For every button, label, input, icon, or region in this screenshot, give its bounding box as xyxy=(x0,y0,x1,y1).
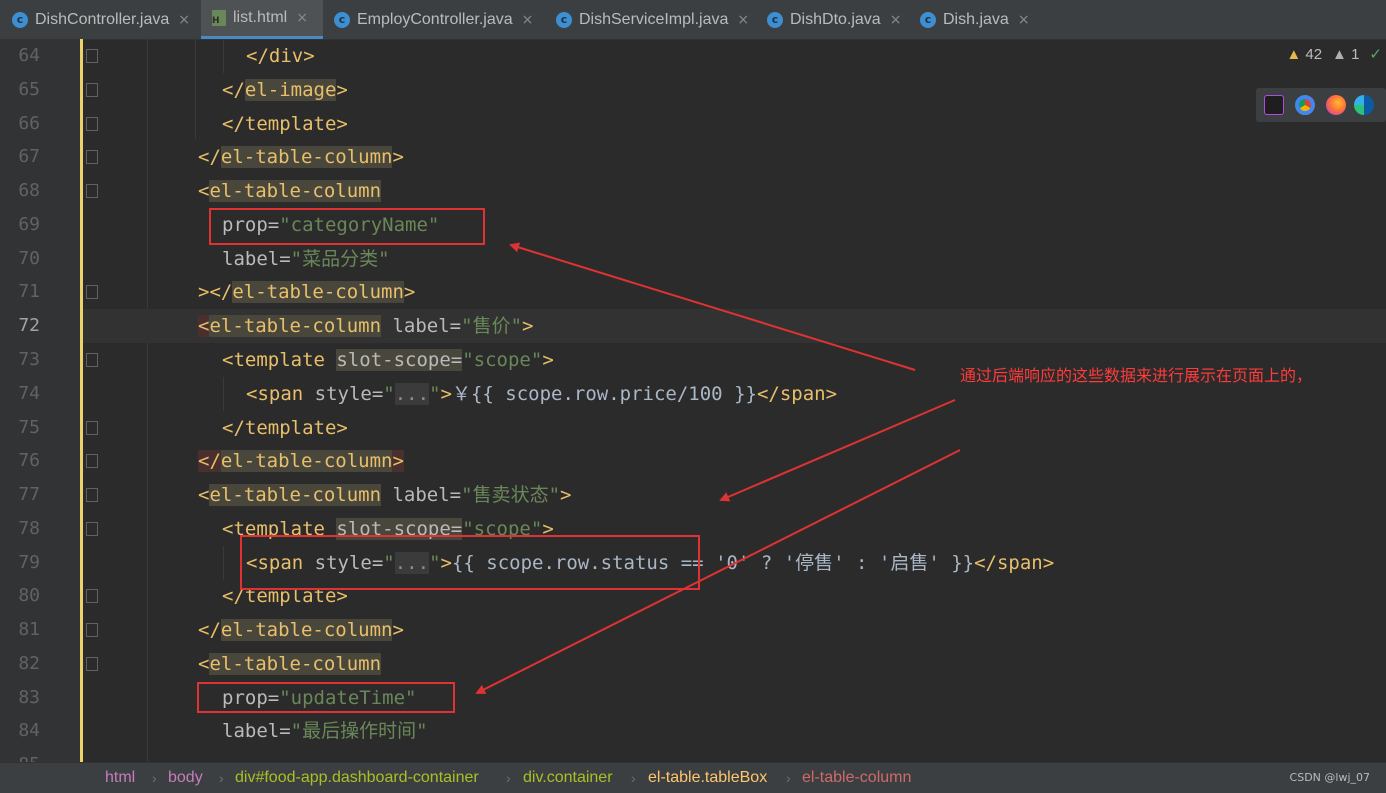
chevron-right-icon: › xyxy=(786,770,791,786)
arrow-to-status xyxy=(719,399,956,502)
annotation-text: 通过后端响应的这些数据来进行展示在页面上的， xyxy=(960,366,1313,385)
breadcrumb: html › body › div#food-app.dashboard-con… xyxy=(0,762,1386,793)
arrow-to-categoryname xyxy=(509,242,916,371)
breadcrumb-item[interactable]: div#food-app.dashboard-container xyxy=(235,763,479,793)
watermark: CSDN @lwj_07 xyxy=(1289,771,1370,784)
breadcrumb-item[interactable]: el-table-column xyxy=(802,763,911,793)
breadcrumb-item[interactable]: el-table.tableBox xyxy=(648,763,767,793)
breadcrumb-item[interactable]: body xyxy=(168,763,203,793)
arrow-to-updatetime xyxy=(475,449,961,694)
chevron-right-icon: › xyxy=(152,770,157,786)
chevron-right-icon: › xyxy=(506,770,511,786)
chevron-right-icon: › xyxy=(219,770,224,786)
annotation-arrows xyxy=(475,242,961,694)
chevron-right-icon: › xyxy=(631,770,636,786)
breadcrumb-item[interactable]: div.container xyxy=(523,763,613,793)
breadcrumb-item[interactable]: html xyxy=(105,763,135,793)
